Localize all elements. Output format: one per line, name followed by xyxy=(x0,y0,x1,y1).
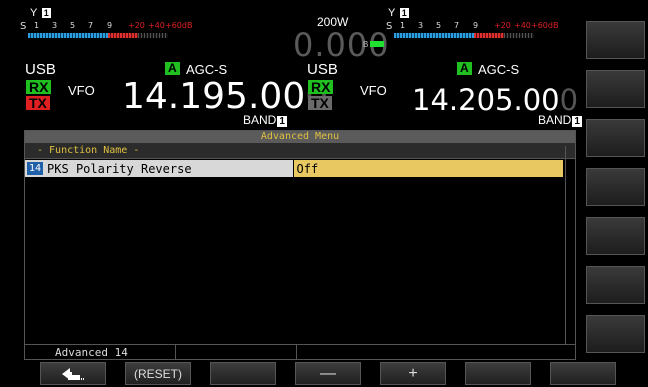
right-antenna: Y 1 xyxy=(388,3,409,21)
right-s-meter-bar-empty xyxy=(504,33,534,38)
increment-button[interactable]: + xyxy=(380,362,446,385)
right-agc: AGC-S xyxy=(478,62,520,77)
tick-7: 7 xyxy=(88,21,94,30)
antenna-number: 1 xyxy=(41,8,51,18)
power-unit: B xyxy=(363,40,369,49)
left-s-meter-scale: S 1 3 5 7 9 +20 +40 +60dB xyxy=(20,21,192,32)
menu-row[interactable]: 14 PKS Polarity Reverse Off xyxy=(25,160,563,177)
right-rx-indicator: RX xyxy=(308,80,334,94)
side-key-6[interactable] xyxy=(586,266,645,304)
antenna-icon: Y xyxy=(388,7,396,19)
band-number: 1 xyxy=(572,116,582,127)
side-key-3[interactable] xyxy=(586,119,645,157)
tick-3: 3 xyxy=(52,21,58,30)
side-key-1[interactable] xyxy=(586,21,645,59)
right-mode: USB xyxy=(307,61,338,78)
left-s-meter-bar-red xyxy=(108,33,138,38)
s-label: S xyxy=(20,21,27,32)
band-label: BAND xyxy=(243,113,277,127)
tick-5: 5 xyxy=(436,21,442,30)
reset-button[interactable]: (RESET) xyxy=(125,362,191,385)
decrement-button[interactable]: — xyxy=(295,362,361,385)
tick-plus20: +20 xyxy=(128,21,145,30)
tick-plus60: +60dB xyxy=(165,21,193,30)
tick-1: 1 xyxy=(400,21,406,30)
right-vfo-label: VFO xyxy=(360,83,387,98)
tick-3: 3 xyxy=(418,21,424,30)
side-key-5[interactable] xyxy=(586,217,645,255)
tick-7: 7 xyxy=(454,21,460,30)
tick-9: 9 xyxy=(107,21,113,30)
right-frequency: 14.205.000 xyxy=(412,83,578,117)
left-agc-badge: A xyxy=(165,62,180,75)
left-vfo-label: VFO xyxy=(68,83,95,98)
left-frequency: 14.195.000 xyxy=(122,76,328,117)
left-frequency-main: 14.195.00 xyxy=(122,76,306,117)
menu-footer: Advanced 14 xyxy=(25,344,575,360)
return-arrow-icon xyxy=(62,367,84,380)
band-number: 1 xyxy=(277,116,287,127)
tick-plus40: +40 xyxy=(148,21,165,30)
vfo-link-indicator xyxy=(370,41,384,47)
back-button[interactable] xyxy=(40,362,106,385)
right-tx-indicator: TX xyxy=(308,96,332,110)
tick-plus20: +20 xyxy=(494,21,511,30)
side-key-2[interactable] xyxy=(586,70,645,108)
menu-row-name-cell: 14 PKS Polarity Reverse xyxy=(25,160,293,177)
tick-plus60: +60dB xyxy=(531,21,559,30)
menu-title: Advanced Menu xyxy=(25,131,575,143)
side-key-7[interactable] xyxy=(586,315,645,353)
s-label: S xyxy=(386,21,393,32)
menu-row-value: Off xyxy=(296,161,319,176)
left-antenna: Y 1 xyxy=(30,3,51,21)
antenna-icon: Y xyxy=(30,7,38,19)
advanced-menu-panel: Advanced Menu - Function Name - 14 PKS P… xyxy=(24,130,576,360)
left-tx-indicator: TX xyxy=(26,96,50,110)
right-band: BAND 1 xyxy=(538,113,582,127)
left-agc: AGC-S xyxy=(186,62,228,77)
band-label: BAND xyxy=(538,113,572,127)
function-key-6[interactable] xyxy=(465,362,531,385)
menu-scrollbar[interactable] xyxy=(565,146,576,344)
tick-1: 1 xyxy=(34,21,40,30)
antenna-number: 1 xyxy=(399,8,409,18)
tick-plus40: +40 xyxy=(514,21,531,30)
right-frequency-main: 14.205.00 xyxy=(412,83,560,117)
left-mode: USB xyxy=(25,61,56,78)
left-s-meter-bar-empty xyxy=(138,33,168,38)
side-key-4[interactable] xyxy=(586,168,645,206)
menu-footer-label: Advanced 14 xyxy=(25,345,176,360)
function-key-3[interactable] xyxy=(210,362,276,385)
left-s-meter-bar xyxy=(28,33,108,38)
menu-row-value-cell[interactable]: Off xyxy=(293,160,563,177)
left-rx-indicator: RX xyxy=(26,80,52,94)
left-band: BAND 1 xyxy=(243,113,287,127)
menu-footer-cell xyxy=(176,345,297,360)
menu-row-number: 14 xyxy=(27,162,44,175)
tick-9: 9 xyxy=(473,21,479,30)
right-agc-badge: A xyxy=(457,62,472,75)
right-s-meter-bar xyxy=(394,33,474,38)
right-frequency-dim: 0 xyxy=(559,83,579,117)
function-key-7[interactable] xyxy=(550,362,616,385)
menu-row-name: PKS Polarity Reverse xyxy=(47,161,192,176)
right-s-meter-scale: S 1 3 5 7 9 +20 +40 +60dB xyxy=(386,21,558,32)
menu-column-header: - Function Name - xyxy=(25,143,575,159)
right-s-meter-bar-red xyxy=(474,33,504,38)
tick-5: 5 xyxy=(70,21,76,30)
